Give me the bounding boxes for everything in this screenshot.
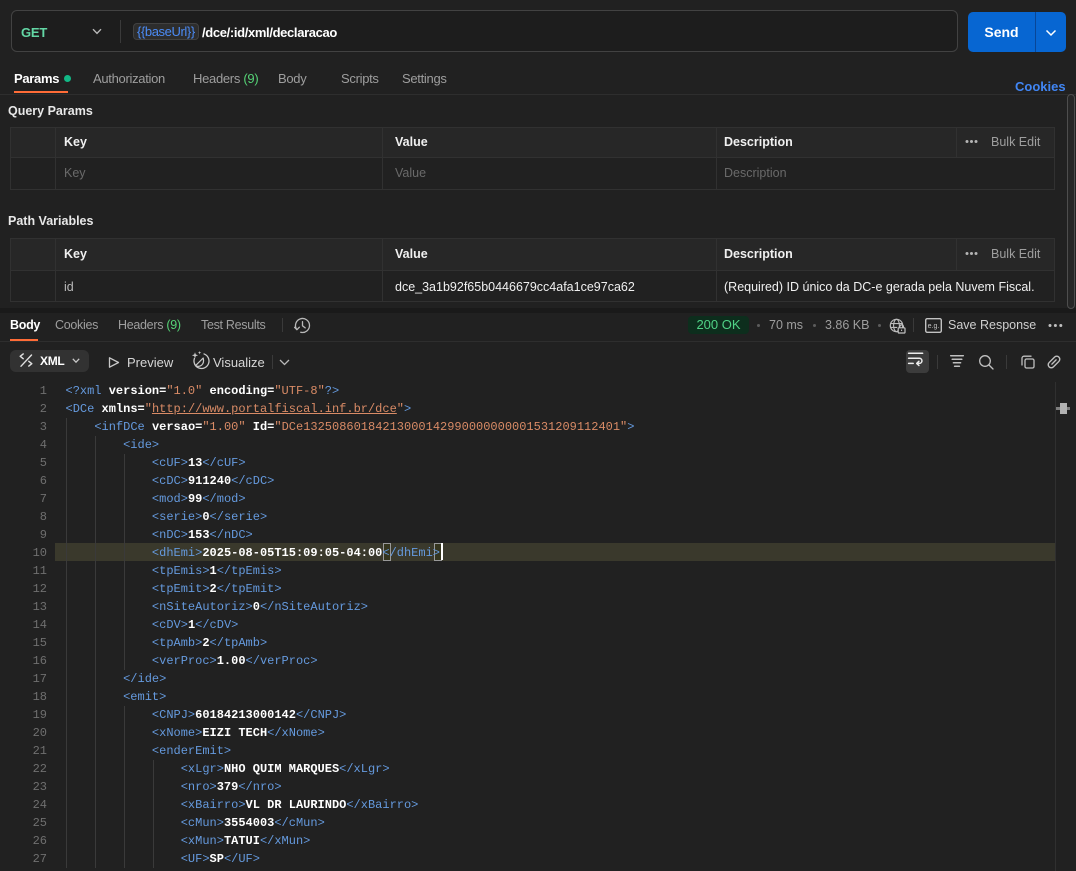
svg-text:e.g.: e.g.: [928, 323, 940, 330]
